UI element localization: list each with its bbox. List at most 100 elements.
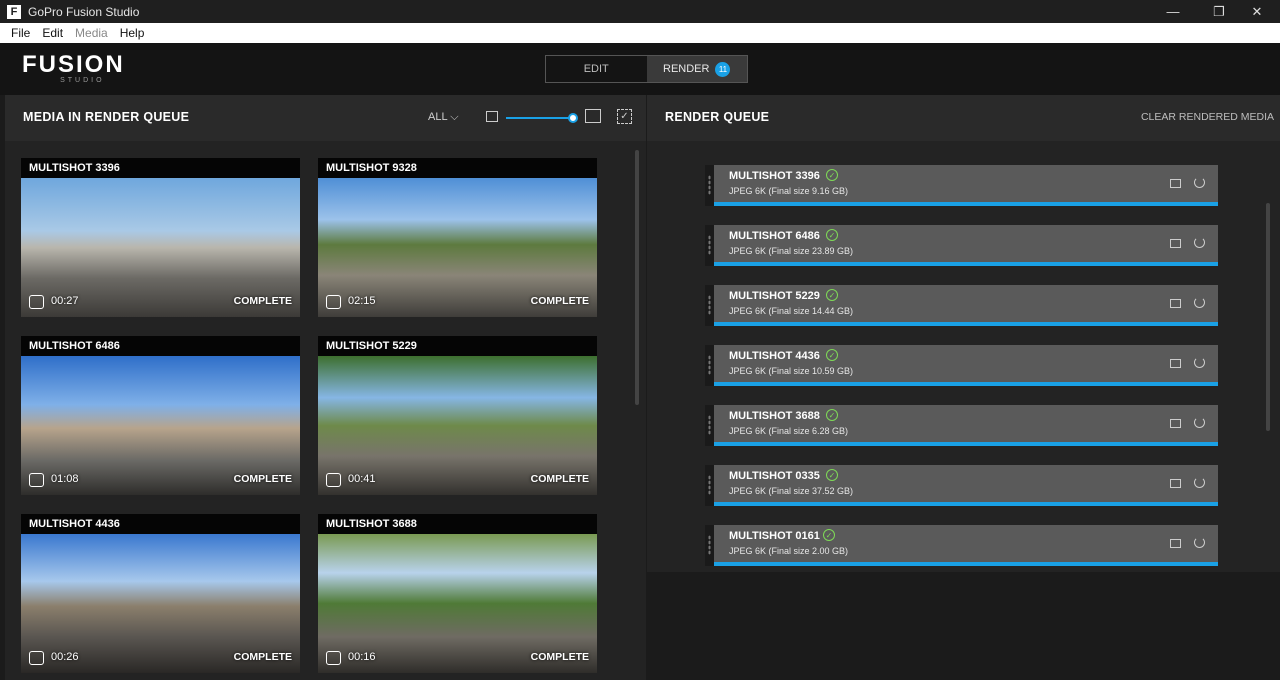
folder-icon[interactable] [1170,539,1181,548]
complete-check-icon: ✓ [826,469,838,481]
folder-icon[interactable] [1170,419,1181,428]
menu-edit[interactable]: Edit [42,26,63,40]
progress-bar [714,202,1218,206]
media-duration: 00:27 [51,295,79,307]
media-card[interactable]: MULTISHOT 9328 02:15 COMPLETE [318,158,597,317]
media-duration: 00:16 [348,651,376,663]
queue-panel-title: RENDER QUEUE [665,110,770,124]
rerender-icon[interactable] [1194,297,1205,308]
queue-item[interactable]: MULTISHOT 3396 ✓ JPEG 6K (Final size 9.1… [705,165,1218,206]
drag-dots-icon [708,235,711,255]
folder-icon[interactable] [1170,299,1181,308]
progress-bar [714,442,1218,446]
fusion-studio-logo: FUSION STUDIO [22,53,125,85]
queue-item[interactable]: MULTISHOT 3688 ✓ JPEG 6K (Final size 6.2… [705,405,1218,446]
queue-item-name: MULTISHOT 0161 [729,530,820,542]
drag-dots-icon [708,355,711,375]
queue-scrollbar[interactable] [1266,203,1270,431]
queue-item-info: JPEG 6K (Final size 23.89 GB) [729,246,854,256]
media-status: COMPLETE [530,473,589,485]
folder-icon[interactable] [1170,179,1181,188]
thumbnail-size-slider[interactable] [506,117,572,119]
drag-dots-icon [708,175,711,195]
rerender-icon[interactable] [1194,177,1205,188]
queue-item[interactable]: MULTISHOT 4436 ✓ JPEG 6K (Final size 10.… [705,345,1218,386]
queue-item[interactable]: MULTISHOT 6486 ✓ JPEG 6K (Final size 23.… [705,225,1218,266]
menu-media[interactable]: Media [75,26,108,40]
complete-check-icon: ✓ [826,169,838,181]
drag-handle[interactable] [705,525,714,566]
menu-bar: File Edit Media Help [0,23,1280,43]
drag-handle[interactable] [705,165,714,206]
queue-item[interactable]: MULTISHOT 5229 ✓ JPEG 6K (Final size 14.… [705,285,1218,326]
rerender-icon[interactable] [1194,417,1205,428]
queue-item[interactable]: MULTISHOT 0335 ✓ JPEG 6K (Final size 37.… [705,465,1218,506]
folder-icon[interactable] [1170,479,1181,488]
clear-rendered-button[interactable]: CLEAR RENDERED MEDIA [1141,111,1274,123]
media-panel-header: MEDIA IN RENDER QUEUE ALL ⌵ ✓ [5,95,646,141]
drag-dots-icon [708,535,711,555]
media-card[interactable]: MULTISHOT 4436 00:26 COMPLETE [21,514,300,673]
folder-icon[interactable] [1170,239,1181,248]
media-card-name: MULTISHOT 6486 [21,336,300,356]
drag-dots-icon [708,475,711,495]
menu-file[interactable]: File [11,26,30,40]
queue-item-name: MULTISHOT 3396 [729,170,820,182]
small-thumbnail-icon[interactable] [486,111,498,122]
minimize-icon[interactable]: — [1150,0,1196,23]
media-card[interactable]: MULTISHOT 5229 00:41 COMPLETE [318,336,597,495]
queue-item-info: JPEG 6K (Final size 10.59 GB) [729,366,854,376]
media-card[interactable]: MULTISHOT 6486 01:08 COMPLETE [21,336,300,495]
menu-help[interactable]: Help [120,26,145,40]
tab-render-label: RENDER [663,63,710,75]
select-all-icon[interactable]: ✓ [617,109,632,124]
complete-check-icon: ✓ [826,409,838,421]
queue-item-info: JPEG 6K (Final size 2.00 GB) [729,546,849,556]
app-header: FUSION STUDIO EDIT RENDER 11 [0,43,1280,95]
progress-bar [714,322,1218,326]
media-status: COMPLETE [233,295,292,307]
complete-check-icon: ✓ [826,289,838,301]
render-queue-panel: RENDER QUEUE CLEAR RENDERED MEDIA MULTIS… [647,95,1280,680]
camera-360-icon [326,473,341,487]
progress-bar [714,562,1218,566]
queue-item-name: MULTISHOT 3688 [729,410,820,422]
media-status: COMPLETE [233,473,292,485]
complete-check-icon: ✓ [826,229,838,241]
rerender-icon[interactable] [1194,357,1205,368]
drag-handle[interactable] [705,225,714,266]
media-card[interactable]: MULTISHOT 3688 00:16 COMPLETE [318,514,597,673]
progress-bar [714,502,1218,506]
media-duration: 02:15 [348,295,376,307]
queue-item-info: JPEG 6K (Final size 14.44 GB) [729,306,854,316]
media-card-name: MULTISHOT 3396 [21,158,300,178]
camera-360-icon [29,651,44,665]
drag-handle[interactable] [705,345,714,386]
queue-item[interactable]: MULTISHOT 0161 ✓ JPEG 6K (Final size 2.0… [705,525,1218,566]
media-card[interactable]: MULTISHOT 3396 00:27 COMPLETE [21,158,300,317]
folder-icon[interactable] [1170,359,1181,368]
media-panel-title: MEDIA IN RENDER QUEUE [23,110,190,124]
media-status: COMPLETE [530,295,589,307]
tab-render[interactable]: RENDER 11 [646,56,747,82]
close-icon[interactable]: ✕ [1234,0,1280,23]
window-title: GoPro Fusion Studio [28,4,140,19]
drag-handle[interactable] [705,405,714,446]
tab-edit[interactable]: EDIT [546,56,647,82]
slider-handle[interactable] [568,113,578,123]
camera-360-icon [326,295,341,309]
rerender-icon[interactable] [1194,237,1205,248]
large-thumbnail-icon[interactable] [585,109,601,123]
media-duration: 01:08 [51,473,79,485]
drag-handle[interactable] [705,465,714,506]
rerender-icon[interactable] [1194,477,1205,488]
rerender-icon[interactable] [1194,537,1205,548]
media-scrollbar[interactable] [635,150,639,405]
logo-sub-text: STUDIO [60,77,105,84]
media-card-name: MULTISHOT 9328 [318,158,597,178]
mode-switch: EDIT RENDER 11 [545,55,748,83]
filter-dropdown[interactable]: ALL ⌵ [428,111,459,124]
media-card-name: MULTISHOT 4436 [21,514,300,534]
drag-handle[interactable] [705,285,714,326]
drag-dots-icon [708,415,711,435]
